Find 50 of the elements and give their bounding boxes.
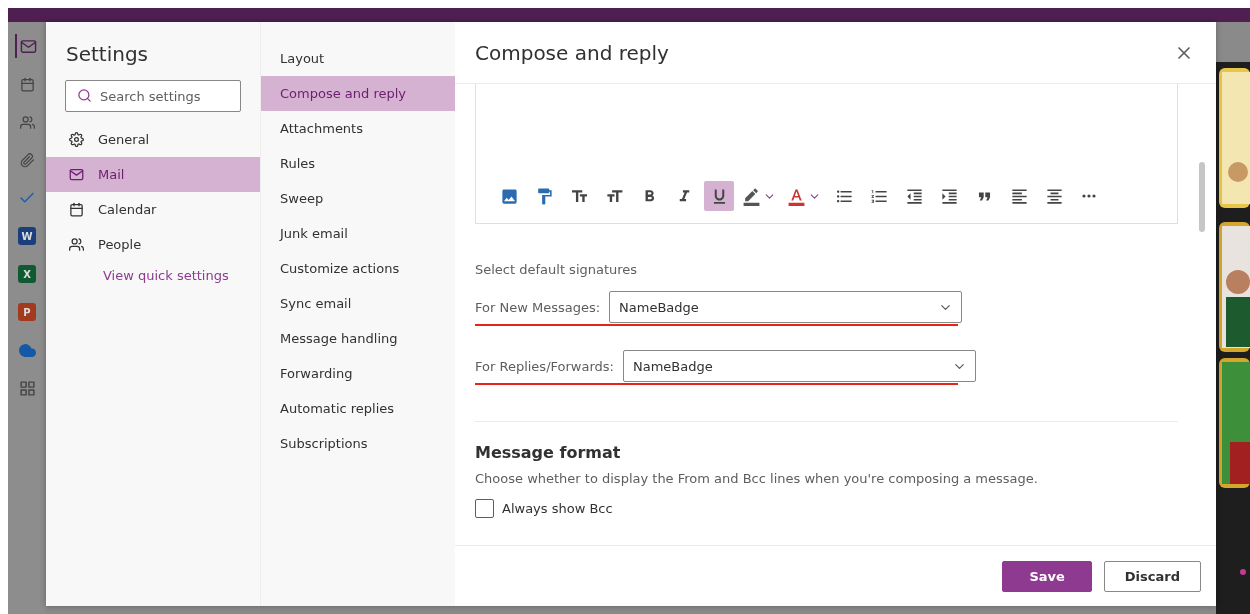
indent-icon [939, 186, 959, 206]
search-icon [77, 88, 92, 103]
people-icon [69, 237, 84, 252]
settings-subsection[interactable]: Junk email [261, 216, 455, 251]
app-launcher-icon[interactable]: W [18, 227, 36, 245]
signatures-heading: Select default signatures [475, 262, 639, 277]
more-icon [1082, 194, 1096, 198]
app-launcher-icon[interactable]: X [18, 265, 36, 283]
settings-subsection[interactable]: Attachments [261, 111, 455, 146]
settings-subsection[interactable]: Sweep [261, 181, 455, 216]
underline-tool[interactable] [704, 181, 734, 211]
discard-button[interactable]: Discard [1103, 560, 1201, 592]
panel-title: Compose and reply [475, 40, 669, 65]
save-button[interactable]: Save [1002, 560, 1092, 592]
settings-subsection[interactable]: Compose and reply [261, 76, 455, 111]
align-center-icon [1044, 186, 1064, 206]
gear-icon [69, 132, 84, 147]
mail-icon[interactable] [15, 34, 39, 58]
settings-title: Settings [65, 42, 150, 66]
search-field[interactable]: Search settings [65, 80, 241, 112]
quick-settings-link[interactable]: View quick settings [103, 268, 260, 283]
app-launcher-icon[interactable]: P [18, 303, 36, 321]
settings-subsection[interactable]: Forwarding [261, 356, 455, 391]
calendar-icon [69, 202, 84, 217]
settings-subsection[interactable]: Rules [261, 146, 455, 181]
checkbox[interactable] [475, 499, 494, 518]
highlight-icon [742, 186, 761, 206]
settings-subsection[interactable]: Layout [261, 41, 455, 76]
font-color-icon [787, 186, 806, 206]
settings-category[interactable]: Calendar [46, 192, 260, 227]
scrollbar-thumb[interactable] [1199, 162, 1205, 232]
align-left-icon [1009, 186, 1029, 206]
section-description: Choose whether to display the From and Bcc lines when you're composing a message. [475, 471, 1039, 486]
settings-category[interactable]: General [46, 122, 260, 157]
envelope-icon [69, 167, 84, 182]
settings-subsection[interactable]: Sync email [261, 286, 455, 321]
settings-category[interactable]: People [46, 227, 260, 262]
settings-subsection[interactable]: Subscriptions [261, 426, 455, 461]
settings-subsection[interactable]: Customize actions [261, 251, 455, 286]
image-icon [499, 186, 519, 206]
settings-subsection[interactable]: Message handling [261, 321, 455, 356]
signature-dropdown[interactable]: NameBadge [622, 350, 976, 382]
settings-subsection[interactable]: Automatic replies [261, 391, 455, 426]
settings-category[interactable]: Mail [46, 157, 260, 192]
section-heading: Message format [475, 443, 622, 462]
signature-dropdown[interactable]: NameBadge [609, 291, 963, 323]
field-label: For Replies/Forwards: [475, 358, 614, 374]
outdent-icon [904, 186, 924, 206]
field-label: For New Messages: [475, 299, 601, 315]
checkbox-label: Always show Bcc [502, 501, 613, 516]
